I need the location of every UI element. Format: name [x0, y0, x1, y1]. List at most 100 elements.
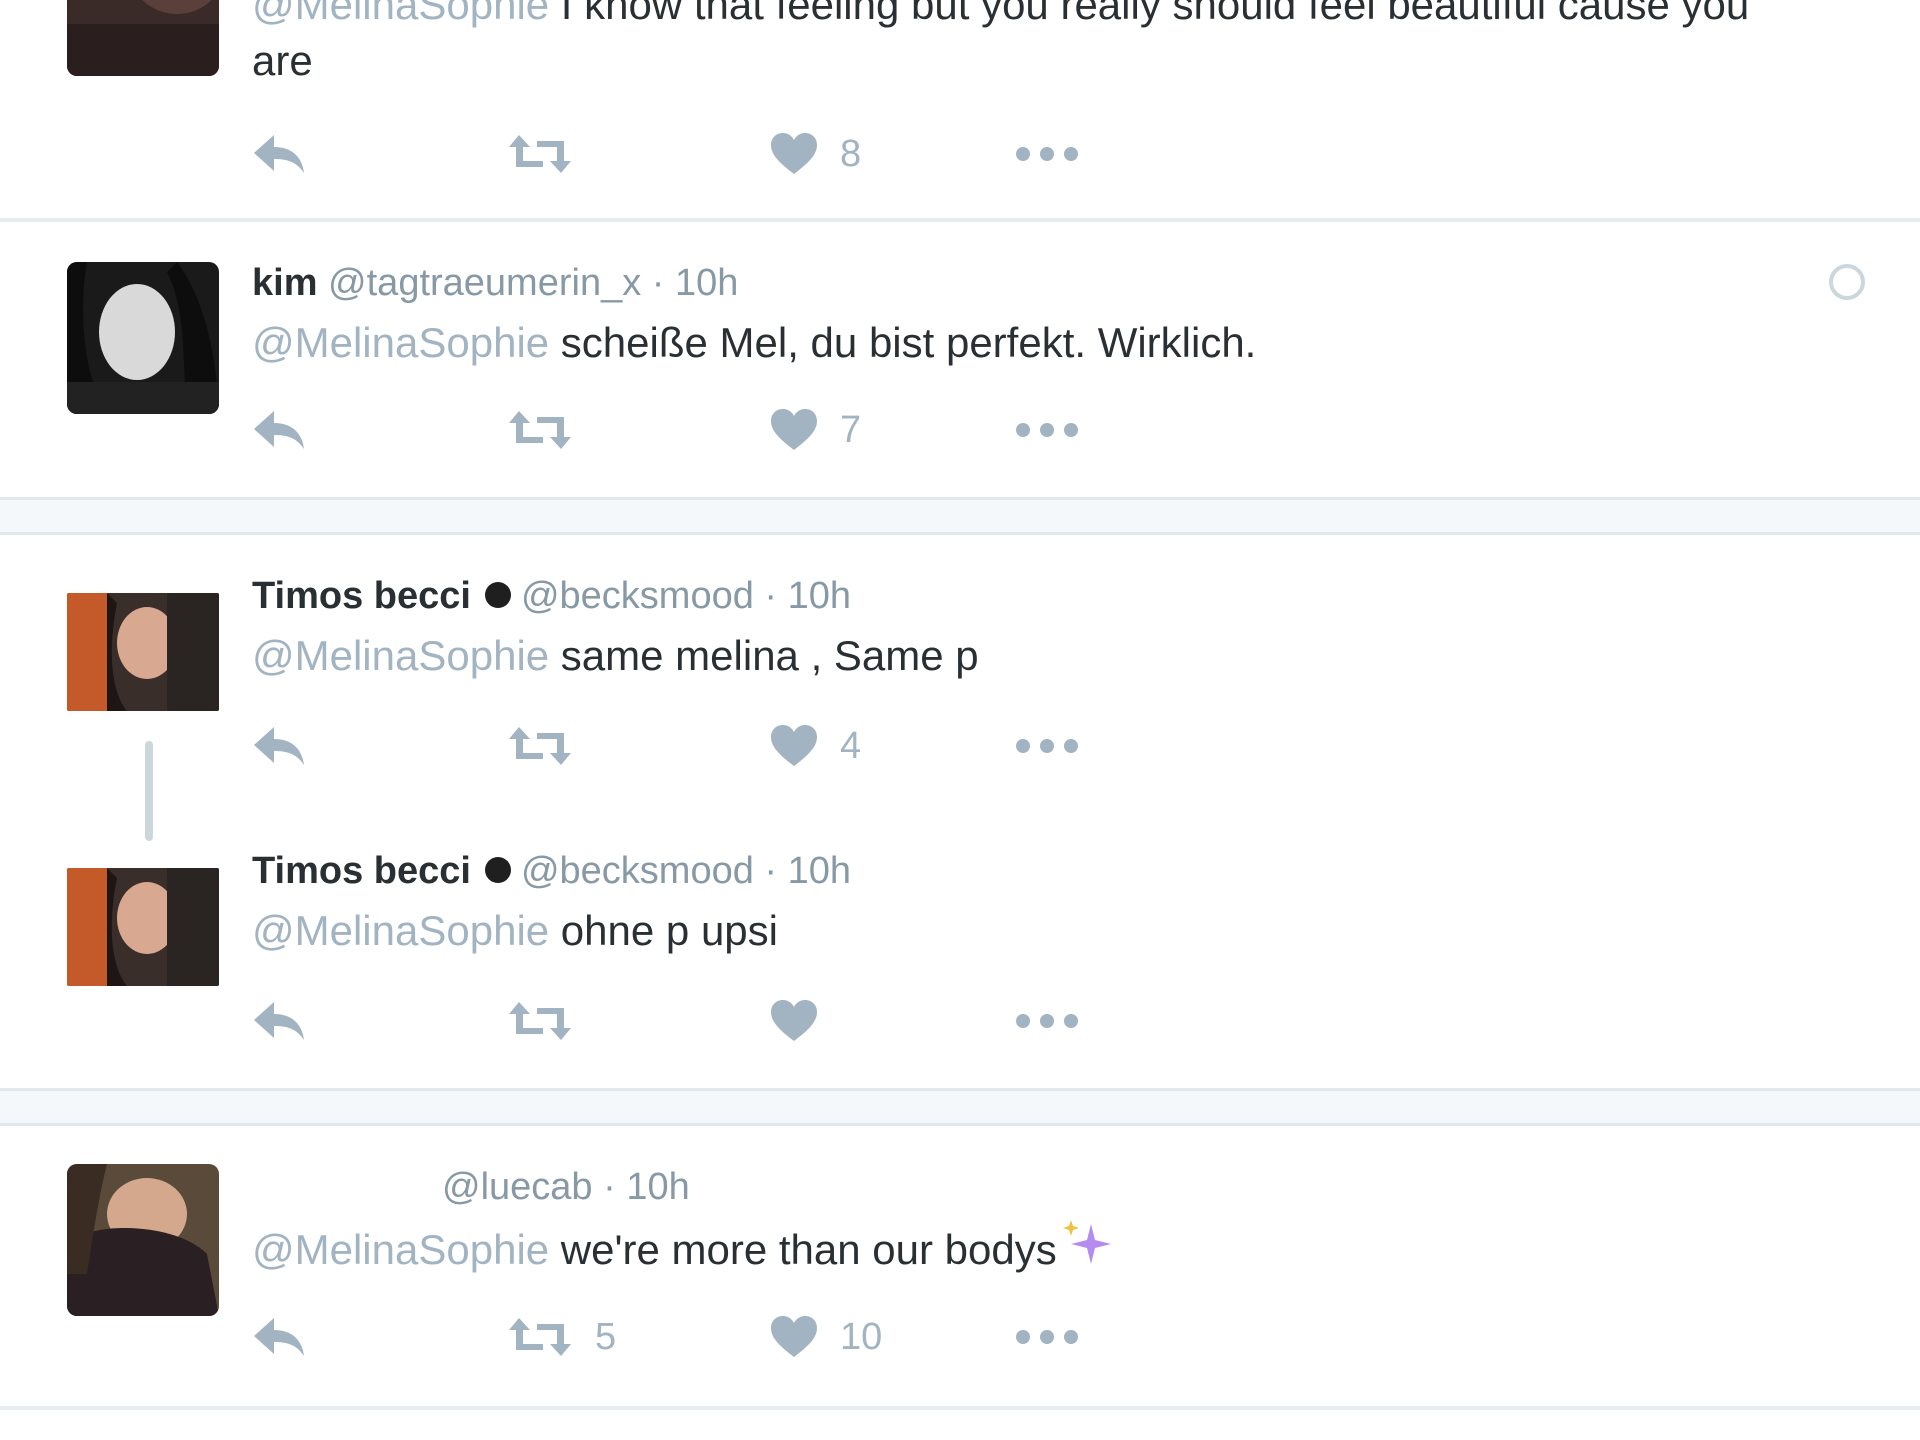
like-button[interactable]: 10: [770, 1309, 882, 1365]
avatar[interactable]: [67, 1164, 219, 1316]
avatar[interactable]: [67, 593, 219, 711]
timestamp[interactable]: 10h: [675, 262, 738, 304]
black-heart-icon: [484, 856, 511, 883]
separator-dot: ·: [753, 575, 788, 617]
reply-button[interactable]: [252, 993, 306, 1049]
black-heart-icon: [484, 581, 511, 608]
reply-button[interactable]: [252, 126, 306, 182]
tweet-actions: 8: [252, 126, 1152, 182]
tweet-text: @MelinaSophie scheiße Mel, du bist perfe…: [252, 314, 1256, 372]
caret-icon[interactable]: [1829, 264, 1865, 300]
mention-link[interactable]: @MelinaSophie: [252, 0, 549, 28]
tweet: @MelinaSophie I know that feeling but yo…: [0, 0, 1920, 220]
handle[interactable]: @becksmood: [521, 850, 754, 892]
reply-button[interactable]: [252, 1309, 306, 1365]
display-name[interactable]: kim: [252, 262, 317, 304]
tweet-actions: 5 10: [252, 1309, 1152, 1365]
tweet: Timos becci @becksmood · 10h @MelinaSophi…: [0, 535, 1920, 841]
heart-icon: [771, 1316, 817, 1357]
more-button[interactable]: [1015, 1309, 1079, 1365]
handle[interactable]: @tagtraeumerin_x: [328, 262, 641, 304]
tweet-body: ohne p upsi: [549, 907, 778, 954]
reply-button[interactable]: [252, 718, 306, 774]
like-count: 10: [840, 1315, 883, 1358]
heart-icon: [771, 725, 817, 766]
tweet-actions: 4: [252, 718, 1152, 774]
tweet: kim @tagtraeumerin_x · 10h @MelinaSophie…: [0, 222, 1920, 497]
heart-icon: [771, 133, 817, 174]
more-button[interactable]: [1015, 993, 1079, 1049]
reply-icon: [254, 1002, 304, 1040]
like-count: 7: [840, 408, 862, 451]
tweet-header: Timos becci @becksmood · 10h: [252, 577, 851, 615]
separator-dot: ·: [753, 850, 788, 892]
display-name[interactable]: Timos becci: [252, 575, 471, 617]
heart-icon: [771, 1000, 817, 1041]
reply-icon: [254, 727, 304, 765]
reply-button[interactable]: [252, 402, 306, 458]
separator-dot: ·: [641, 262, 675, 304]
divider: [0, 497, 1920, 535]
more-icon: [1016, 1014, 1078, 1028]
tweet-text: @MelinaSophie I know that feeling but yo…: [252, 0, 1749, 34]
retweet-icon: [509, 727, 571, 765]
like-button[interactable]: 8: [770, 126, 861, 182]
heart-icon: [771, 409, 817, 450]
retweet-count: 5: [595, 1315, 617, 1358]
mention-link[interactable]: @MelinaSophie: [252, 907, 549, 954]
tweet: Timos becci @becksmood · 10h @MelinaSophi…: [0, 810, 1920, 1085]
like-button[interactable]: 4: [770, 718, 861, 774]
more-button[interactable]: [1015, 718, 1079, 774]
reply-icon: [254, 411, 304, 449]
retweet-button[interactable]: 5: [507, 1309, 616, 1365]
tweet-text: @MelinaSophie we're more than our bodys: [252, 1218, 1113, 1279]
retweet-button[interactable]: [507, 718, 573, 774]
like-button[interactable]: [770, 993, 840, 1049]
mention-link[interactable]: @MelinaSophie: [252, 632, 549, 679]
more-button[interactable]: [1015, 126, 1079, 182]
sparkles-icon: [1062, 1220, 1111, 1264]
tweet-text: @MelinaSophie ohne p upsi: [252, 902, 778, 960]
mention-link[interactable]: @MelinaSophie: [252, 1226, 549, 1273]
tweet-body: we're more than our bodys: [549, 1226, 1057, 1273]
mention-link[interactable]: @MelinaSophie: [252, 319, 549, 366]
tweet-actions: 7: [252, 402, 1152, 458]
avatar[interactable]: [67, 0, 219, 76]
retweet-button[interactable]: [507, 126, 573, 182]
like-count: 4: [840, 724, 862, 767]
more-icon: [1016, 1330, 1078, 1344]
tweet-text-line2: are: [252, 37, 313, 84]
tweet-header: kim @tagtraeumerin_x · 10h: [252, 264, 738, 302]
tweet-text: @MelinaSophie same melina , Same p: [252, 627, 979, 685]
more-icon: [1016, 147, 1078, 161]
more-icon: [1016, 423, 1078, 437]
retweet-button[interactable]: [507, 993, 573, 1049]
tweet-header: @luecab · 10h: [442, 1168, 690, 1206]
handle[interactable]: @luecab: [442, 1166, 593, 1208]
tweet-actions: [252, 993, 1152, 1049]
tweet-header: Timos becci @becksmood · 10h: [252, 852, 851, 890]
reply-icon: [254, 1318, 304, 1356]
tweet-body: scheiße Mel, du bist perfekt. Wirklich.: [549, 319, 1257, 366]
timestamp[interactable]: 10h: [626, 1166, 689, 1208]
display-name[interactable]: Timos becci: [252, 850, 471, 892]
avatar[interactable]: [67, 262, 219, 414]
retweet-icon: [509, 135, 571, 173]
more-icon: [1016, 739, 1078, 753]
retweet-icon: [509, 411, 571, 449]
more-button[interactable]: [1015, 402, 1079, 458]
timestamp[interactable]: 10h: [788, 575, 851, 617]
separator-dot: ·: [592, 1166, 627, 1208]
divider: [0, 1406, 1920, 1410]
like-count: 8: [840, 132, 862, 175]
timestamp[interactable]: 10h: [788, 850, 851, 892]
reply-icon: [254, 135, 304, 173]
tweet-body: I know that feeling but you really shoul…: [549, 0, 1750, 28]
retweet-button[interactable]: [507, 402, 573, 458]
avatar[interactable]: [67, 868, 219, 986]
retweet-icon: [509, 1002, 571, 1040]
like-button[interactable]: 7: [770, 402, 861, 458]
divider: [0, 1088, 1920, 1126]
handle[interactable]: @becksmood: [521, 575, 754, 617]
tweet-body: same melina , Same p: [549, 632, 979, 679]
